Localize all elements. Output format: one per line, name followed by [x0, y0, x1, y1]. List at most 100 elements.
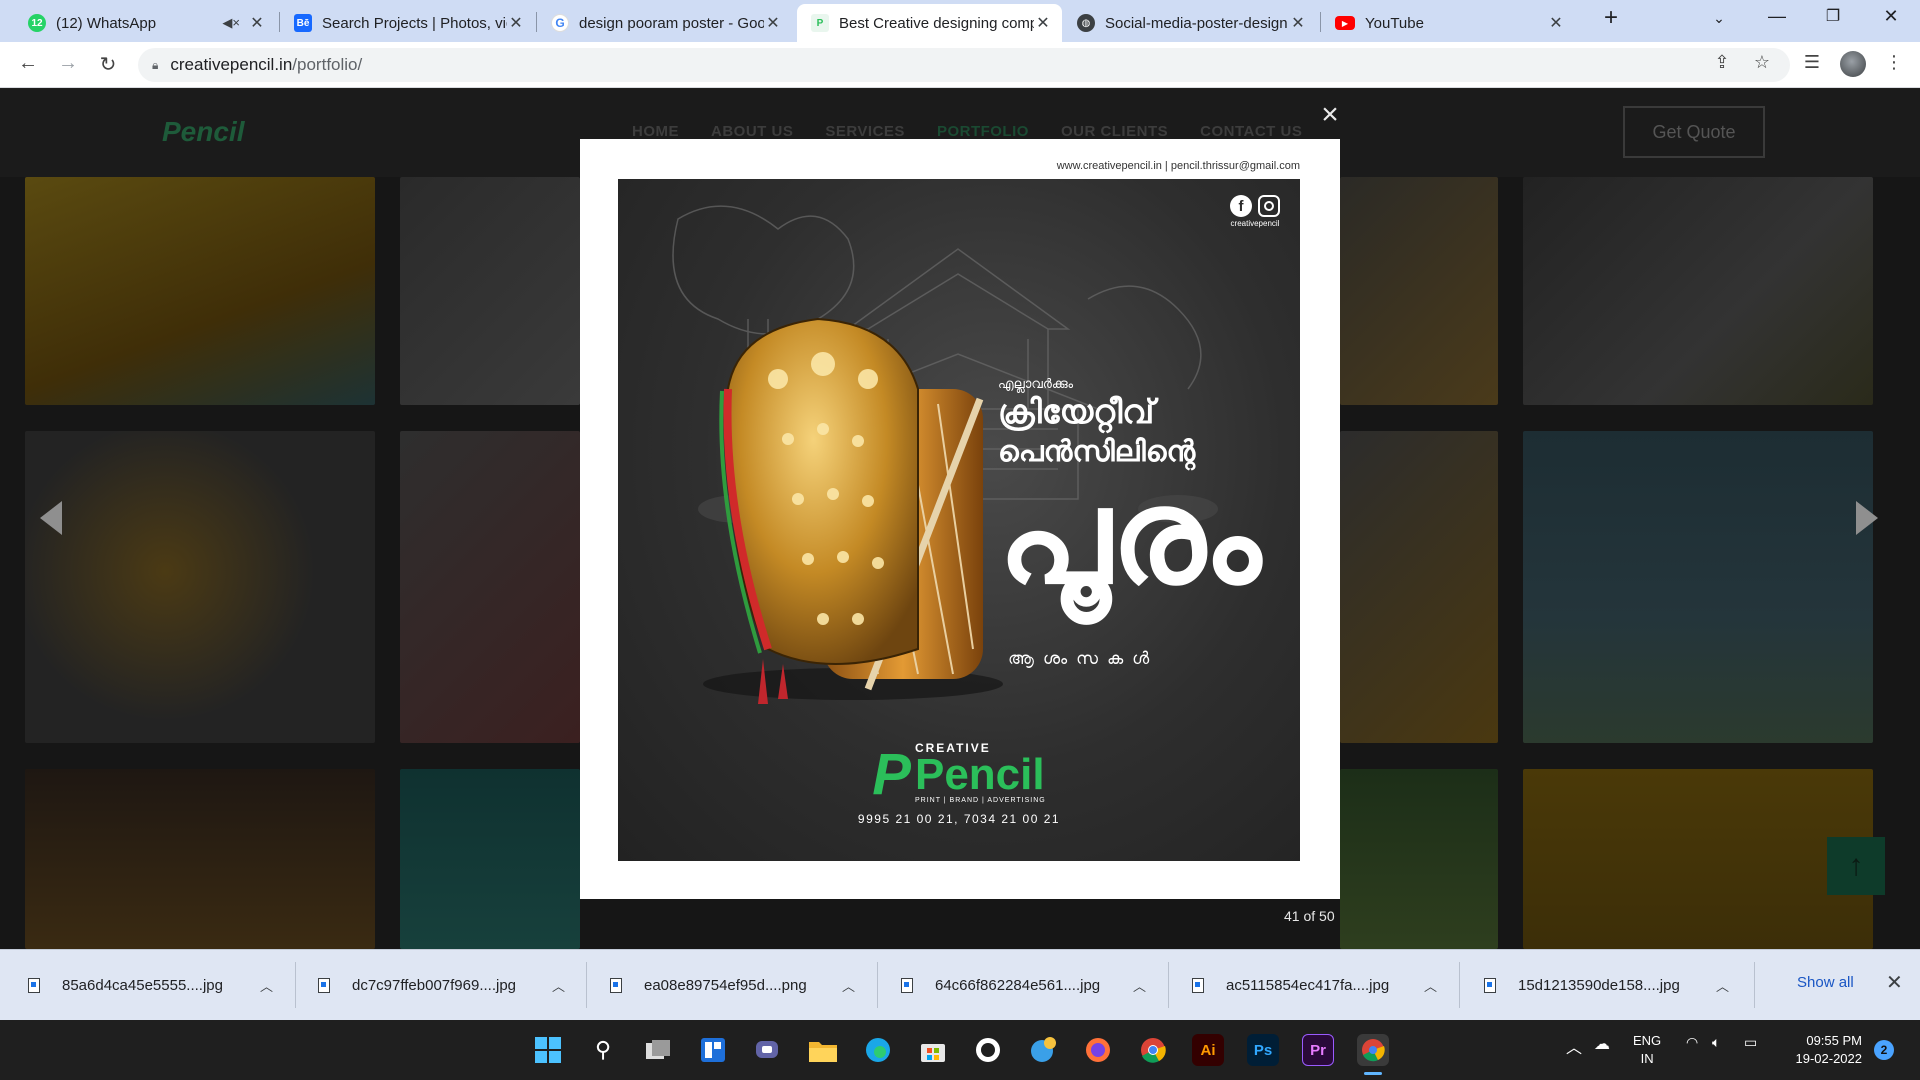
- portfolio-thumbnail[interactable]: [1340, 769, 1498, 949]
- photoshop-icon[interactable]: Ps: [1247, 1034, 1279, 1066]
- widgets-icon[interactable]: [697, 1034, 729, 1066]
- poster-greeting-line: എല്ലാവർക്കും: [998, 377, 1074, 392]
- lock-icon[interactable]: 🔒︎: [152, 58, 158, 73]
- nav-home[interactable]: HOME: [632, 123, 679, 140]
- portfolio-thumbnail[interactable]: [25, 769, 375, 949]
- portfolio-thumbnail[interactable]: [1340, 177, 1498, 405]
- close-window-button[interactable]: ✕: [1871, 6, 1911, 27]
- download-item[interactable]: 64c66f862284e561....jpg ︿: [901, 950, 1165, 1020]
- portfolio-thumbnail[interactable]: [25, 431, 375, 743]
- portfolio-thumbnail[interactable]: [400, 177, 580, 405]
- close-tab-icon[interactable]: ✕: [1034, 13, 1052, 33]
- tab-youtube[interactable]: ▶ YouTube ✕: [1321, 4, 1575, 42]
- scroll-to-top-button[interactable]: ↑: [1827, 837, 1885, 895]
- forward-button[interactable]: →: [54, 52, 82, 75]
- tab-behance[interactable]: Bē Search Projects | Photos, videos ✕: [280, 4, 535, 42]
- tab-title: Best Creative designing company: [839, 14, 1034, 32]
- close-tab-icon[interactable]: ✕: [248, 13, 266, 33]
- notification-badge[interactable]: 2: [1874, 1040, 1894, 1060]
- reload-button[interactable]: ↻: [94, 52, 122, 77]
- close-tab-icon[interactable]: ✕: [507, 13, 525, 33]
- portfolio-thumbnail[interactable]: [1523, 431, 1873, 743]
- download-item[interactable]: 85a6d4ca45e5555....jpg ︿: [28, 950, 292, 1020]
- download-item[interactable]: ea08e89754ef95d....png ︿: [610, 950, 874, 1020]
- download-filename: 64c66f862284e561....jpg: [935, 976, 1101, 994]
- behance-icon: Bē: [294, 14, 312, 32]
- share-icon[interactable]: ⇪: [1708, 52, 1736, 73]
- profile-avatar[interactable]: [1840, 51, 1866, 77]
- task-view-icon[interactable]: [642, 1034, 674, 1066]
- firefox-icon[interactable]: [1082, 1034, 1114, 1066]
- portfolio-thumbnail[interactable]: [25, 177, 375, 405]
- next-image-arrow[interactable]: [1856, 501, 1878, 535]
- nav-contact-us[interactable]: CONTACT US: [1200, 123, 1302, 140]
- microsoft-store-icon[interactable]: [917, 1034, 949, 1066]
- chevron-up-icon[interactable]: ︿: [1424, 976, 1437, 995]
- portfolio-thumbnail[interactable]: [1340, 431, 1498, 743]
- site-logo[interactable]: Pencil: [162, 99, 244, 165]
- onedrive-icon[interactable]: ☁: [1594, 1034, 1610, 1054]
- illustrator-icon[interactable]: Ai: [1192, 1034, 1224, 1066]
- chevron-up-icon[interactable]: ︿: [552, 976, 565, 995]
- get-quote-button[interactable]: Get Quote: [1623, 106, 1765, 158]
- show-all-downloads-link[interactable]: Show all: [1797, 974, 1854, 991]
- minimize-button[interactable]: —: [1757, 6, 1797, 27]
- nav-portfolio[interactable]: PORTFOLIO: [937, 123, 1029, 140]
- tab-search-icon[interactable]: ⌄: [1699, 10, 1739, 27]
- reading-list-icon[interactable]: ☰: [1798, 52, 1826, 73]
- lightbox-close-button[interactable]: ×: [1317, 100, 1343, 130]
- close-tab-icon[interactable]: ✕: [764, 13, 782, 33]
- download-item[interactable]: 15d1213590de158....jpg ︿: [1484, 950, 1748, 1020]
- download-shelf: 85a6d4ca45e5555....jpg ︿ dc7c97ffeb007f9…: [0, 949, 1920, 1020]
- volume-icon[interactable]: 🔈︎: [1712, 1034, 1720, 1051]
- windows-start-icon[interactable]: [532, 1034, 564, 1066]
- new-tab-button[interactable]: +: [1591, 4, 1631, 32]
- portfolio-thumbnail[interactable]: [400, 769, 580, 949]
- back-button[interactable]: ←: [14, 52, 42, 75]
- browser-menu-icon[interactable]: ⋮: [1880, 52, 1908, 73]
- weather-icon[interactable]: [1027, 1034, 1059, 1066]
- edge-browser-icon[interactable]: [862, 1034, 894, 1066]
- search-icon[interactable]: ⚲: [587, 1034, 619, 1066]
- pooram-poster: f creativepencil എല്ലാവർക്കും ക്രിയേറ്റീ…: [618, 179, 1300, 861]
- tab-whatsapp[interactable]: 12 (12) WhatsApp ◀× ✕: [14, 4, 276, 42]
- restore-button[interactable]: ❐: [1813, 6, 1853, 26]
- browser-toolbar: ← → ↻ 🔒︎ creativepencil.in/portfolio/ ⇪ …: [0, 42, 1920, 88]
- input-language-indicator[interactable]: ENG IN: [1633, 1032, 1661, 1068]
- chevron-up-icon[interactable]: ︿: [260, 976, 273, 995]
- nav-about-us[interactable]: ABOUT US: [711, 123, 793, 140]
- portfolio-thumbnail[interactable]: [400, 431, 580, 743]
- chevron-up-icon[interactable]: ︿: [1133, 976, 1146, 995]
- battery-icon[interactable]: ▭: [1744, 1034, 1757, 1051]
- poster-headline: പൂരം: [998, 460, 1261, 614]
- chrome-active-icon[interactable]: [1357, 1034, 1389, 1066]
- system-clock[interactable]: 09:55 PM 19-02-2022: [1782, 1032, 1863, 1068]
- chrome-icon[interactable]: [1137, 1034, 1169, 1066]
- wifi-icon[interactable]: ◠: [1686, 1034, 1698, 1051]
- previous-image-arrow[interactable]: [40, 501, 62, 535]
- tab-social-media-poster[interactable]: ◍ Social-media-poster-design ✕: [1063, 4, 1317, 42]
- tab-google-search[interactable]: G design pooram poster - Google ✕: [537, 4, 792, 42]
- close-tab-icon[interactable]: ✕: [1289, 13, 1307, 33]
- globe-icon: ◍: [1077, 14, 1095, 32]
- download-item[interactable]: dc7c97ffeb007f969....jpg ︿: [318, 950, 582, 1020]
- tab-creative-pencil[interactable]: P Best Creative designing company ✕: [797, 4, 1062, 42]
- download-filename: dc7c97ffeb007f969....jpg: [352, 976, 517, 994]
- chevron-up-icon[interactable]: ︿: [842, 976, 855, 995]
- download-item[interactable]: ac5115854ec417fa....jpg ︿: [1192, 950, 1456, 1020]
- portfolio-thumbnail[interactable]: [1523, 769, 1873, 949]
- show-hidden-icons-icon[interactable]: ︿: [1566, 1034, 1582, 1058]
- nav-services[interactable]: SERVICES: [825, 123, 905, 140]
- nav-our-clients[interactable]: OUR CLIENTS: [1061, 123, 1168, 140]
- teams-chat-icon[interactable]: [752, 1034, 784, 1066]
- premiere-pro-icon[interactable]: Pr: [1302, 1034, 1334, 1066]
- file-explorer-icon[interactable]: [807, 1034, 839, 1066]
- github-icon[interactable]: [972, 1034, 1004, 1066]
- portfolio-thumbnail[interactable]: [1523, 177, 1873, 405]
- mute-tab-icon[interactable]: ◀×: [222, 15, 240, 31]
- close-download-shelf-icon[interactable]: ✕: [1886, 970, 1903, 995]
- chevron-up-icon[interactable]: ︿: [1716, 976, 1729, 995]
- address-bar[interactable]: 🔒︎ creativepencil.in/portfolio/: [138, 48, 1790, 82]
- bookmark-star-icon[interactable]: ☆: [1748, 52, 1776, 73]
- close-tab-icon[interactable]: ✕: [1547, 13, 1565, 33]
